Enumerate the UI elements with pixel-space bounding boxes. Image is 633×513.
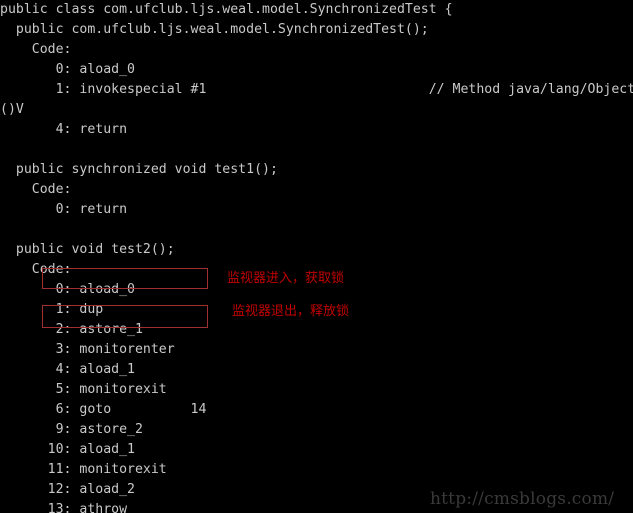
- watermark: http://cmsblogs.com/: [430, 489, 615, 509]
- javap-console-output: public class com.ufclub.ljs.weal.model.S…: [0, 2, 633, 513]
- annotation-monitorexit: 监视器退出，释放锁: [232, 304, 350, 319]
- annotation-monitorenter: 监视器进入，获取锁: [227, 271, 345, 286]
- terminal-window: public class com.ufclub.ljs.weal.model.S…: [0, 0, 633, 513]
